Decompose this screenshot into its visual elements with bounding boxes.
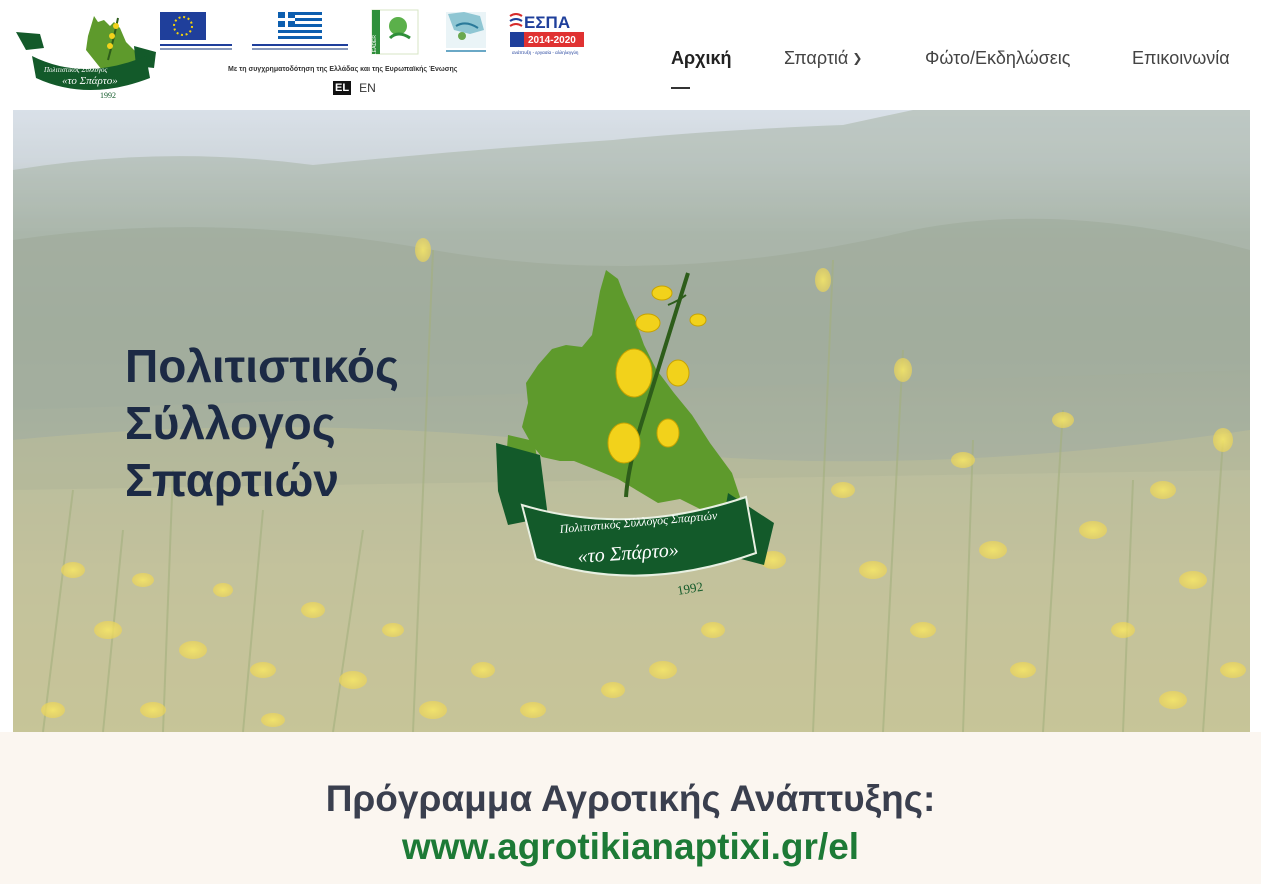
lang-el-button[interactable]: EL (333, 81, 352, 95)
espa-label: ΕΣΠΑ (524, 13, 570, 32)
logo-small-year: 1992 (100, 91, 116, 100)
hero-logo: Πολιτιστικός Σύλλογος Σπαρτιών «το Σπάρτ… (496, 270, 774, 598)
nav-item-contact[interactable]: Επικοινωνία (1132, 48, 1230, 69)
eu-flag-icon (160, 12, 232, 50)
nav-item-spartia[interactable]: Σπαρτιά ❯ (784, 48, 862, 69)
local-program-logo-icon (446, 12, 486, 52)
hero-title-line-1: Πολιτιστικός (125, 340, 399, 392)
main-nav: Αρχική Σπαρτιά ❯ Φώτο/Εκδηλώσεις Επικοινω… (0, 48, 1261, 78)
nav-item-contact-label: Επικοινωνία (1132, 48, 1230, 68)
hero-logo-year: 1992 (676, 579, 704, 598)
nav-item-home-label: Αρχική (671, 48, 732, 68)
greek-flag-icon (252, 12, 348, 50)
hero-title: Πολιτιστικός Σύλλογος Σπαρτιών (125, 338, 445, 509)
nav-item-photos-events[interactable]: Φώτο/Εκδηλώσεις (925, 48, 1070, 69)
language-switcher: EL EN (333, 81, 376, 95)
site-header: Πολιτιστικός Σύλλογος «το Σπάρτο» 1992 L… (0, 0, 1261, 108)
rural-development-banner: Πρόγραμμα Αγροτικής Ανάπτυξης: www.agrot… (0, 732, 1261, 884)
rural-development-link[interactable]: www.agrotikianaptixi.gr/el (0, 826, 1261, 868)
nav-item-spartia-label: Σπαρτιά (784, 48, 849, 68)
nav-active-indicator (671, 87, 690, 89)
nav-item-photos-events-label: Φώτο/Εκδηλώσεις (925, 48, 1071, 68)
lang-en-button[interactable]: EN (359, 81, 376, 95)
hero-title-line-3: Σπαρτιών (125, 454, 339, 506)
espa-years: 2014-2020 (528, 35, 576, 46)
chevron-down-icon: ❯ (852, 51, 863, 65)
rural-development-title: Πρόγραμμα Αγροτικής Ανάπτυξης: (325, 778, 936, 819)
nav-item-home[interactable]: Αρχική (671, 48, 732, 69)
hero-banner: Πολιτιστικός Σύλλογος Σπαρτιών Πολιτιστι… (13, 110, 1250, 732)
hero-title-line-2: Σύλλογος (125, 397, 336, 449)
